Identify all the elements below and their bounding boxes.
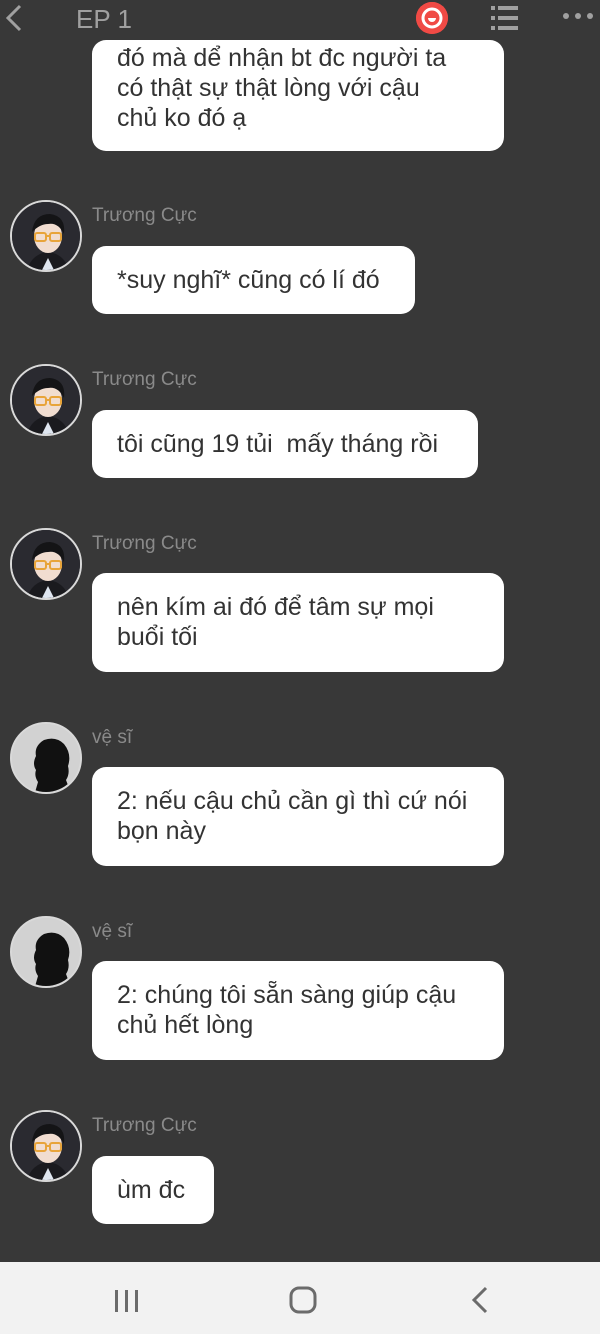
message-line: chủ ko đó ạ (117, 104, 247, 132)
home-icon (289, 1286, 317, 1314)
chat-feed[interactable]: đó mà dể nhận bt đc người ta có thật sự … (0, 0, 600, 1262)
silhouette-icon (12, 724, 80, 792)
message-bubble: *suy nghĩ* cũng có lí đó (92, 246, 415, 314)
avatar[interactable] (10, 916, 82, 988)
message-bubble: đó mà dể nhận bt đc người ta có thật sự … (92, 40, 504, 151)
sender-name: vệ sĩ (92, 921, 133, 942)
boy-glasses-icon (12, 202, 80, 270)
home-button[interactable] (289, 1286, 317, 1314)
more-button[interactable] (562, 6, 594, 26)
avatar[interactable] (10, 528, 82, 600)
back-button[interactable] (2, 2, 32, 36)
message-line: ùm đc (117, 1176, 186, 1204)
message-line: chủ hết lòng (117, 1011, 254, 1039)
page-title: EP 1 (76, 4, 132, 34)
sender-name: vệ sĩ (92, 727, 133, 748)
more-dots-icon (563, 13, 593, 19)
list-button[interactable] (490, 4, 520, 32)
system-back-button[interactable] (470, 1286, 490, 1314)
message-bubble: ùm đc (92, 1156, 214, 1224)
message-line: đó mà dể nhận bt đc người ta (117, 44, 447, 72)
avatar[interactable] (10, 722, 82, 794)
record-button[interactable] (416, 2, 448, 34)
chevron-left-icon (471, 1286, 488, 1314)
avatar[interactable] (10, 200, 82, 272)
silhouette-icon (12, 918, 80, 986)
message-line: buổi tối (117, 623, 198, 651)
sender-name: Trương Cực (92, 205, 197, 226)
recent-apps-icon (115, 1290, 138, 1312)
recent-apps-button[interactable] (112, 1288, 142, 1314)
top-bar: EP 1 (0, 0, 600, 40)
message-bubble: tôi cũng 19 tủi mấy tháng rồi (92, 410, 478, 478)
chevron-left-icon (5, 4, 22, 32)
list-menu-icon (491, 6, 518, 30)
boy-glasses-icon (12, 530, 80, 598)
message-line: 2: nếu cậu chủ cần gì thì cứ nói (117, 787, 468, 815)
sender-name: Trương Cực (92, 1115, 197, 1136)
message-line: nên kím ai đó để tâm sự mọi (117, 593, 434, 621)
message-line: tôi cũng 19 tủi mấy tháng rồi (117, 430, 439, 458)
message-bubble: 2: nếu cậu chủ cần gì thì cứ nói bọn này (92, 767, 504, 866)
boy-glasses-icon (12, 1112, 80, 1180)
message-line: 2: chúng tôi sẵn sàng giúp cậu (117, 981, 457, 1009)
sender-name: Trương Cực (92, 533, 197, 554)
record-icon (416, 2, 448, 34)
message-line: *suy nghĩ* cũng có lí đó (117, 266, 380, 294)
message-bubble: nên kím ai đó để tâm sự mọi buổi tối (92, 573, 504, 672)
avatar[interactable] (10, 1110, 82, 1182)
sender-name: Trương Cực (92, 369, 197, 390)
avatar[interactable] (10, 364, 82, 436)
message-line: bọn này (117, 817, 206, 845)
message-bubble: 2: chúng tôi sẵn sàng giúp cậu chủ hết l… (92, 961, 504, 1060)
boy-glasses-icon (12, 366, 80, 434)
message-line: có thật sự thật lòng với cậu (117, 74, 420, 102)
